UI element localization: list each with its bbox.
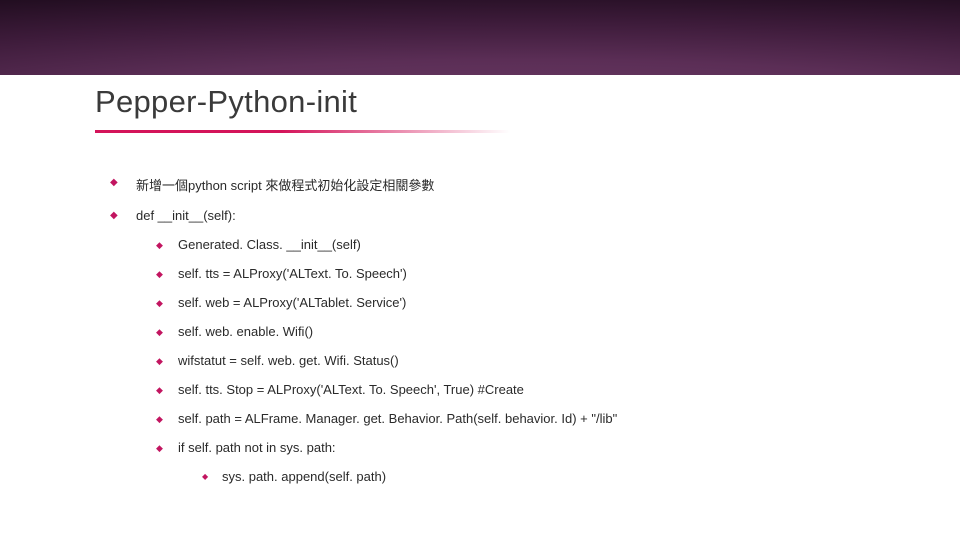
list-item-text: wifstatut = self. web. get. Wifi. Status… bbox=[178, 353, 399, 368]
list-item-text: self. tts = ALProxy('ALText. To. Speech'… bbox=[178, 266, 407, 281]
diamond-bullet-icon: ◆ bbox=[156, 270, 164, 278]
list-item: ◆ wifstatut = self. web. get. Wifi. Stat… bbox=[156, 353, 930, 368]
diamond-bullet-icon: ◆ bbox=[202, 473, 209, 480]
list-item: ◆ self. web = ALProxy('ALTablet. Service… bbox=[156, 295, 930, 310]
diamond-bullet-icon: ◆ bbox=[156, 415, 164, 423]
diamond-bullet-icon: ◆ bbox=[156, 357, 164, 365]
diamond-bullet-icon: ◆ bbox=[156, 328, 164, 336]
list-item-text: 新增一個python script 來做程式初始化設定相關參數 bbox=[136, 175, 434, 194]
list-item: ◆ self. path = ALFrame. Manager. get. Be… bbox=[156, 411, 930, 426]
list-item-text: sys. path. append(self. path) bbox=[222, 469, 386, 484]
slide-content: ◆ 新增一個python script 來做程式初始化設定相關參數 ◆ def … bbox=[110, 175, 930, 498]
title-underline bbox=[95, 130, 510, 133]
diamond-bullet-icon: ◆ bbox=[110, 211, 120, 221]
diamond-bullet-icon: ◆ bbox=[156, 444, 164, 452]
slide-title: Pepper-Python-init bbox=[95, 84, 357, 120]
list-item: ◆ if self. path not in sys. path: bbox=[156, 440, 930, 455]
diamond-bullet-icon: ◆ bbox=[110, 178, 120, 188]
list-item-text: Generated. Class. __init__(self) bbox=[178, 237, 361, 252]
list-item-text: def __init__(self): bbox=[136, 208, 236, 223]
list-item-text: self. web. enable. Wifi() bbox=[178, 324, 313, 339]
list-item: ◆ 新增一個python script 來做程式初始化設定相關參數 bbox=[110, 175, 930, 194]
list-item-text: self. path = ALFrame. Manager. get. Beha… bbox=[178, 411, 617, 426]
diamond-bullet-icon: ◆ bbox=[156, 299, 164, 307]
diamond-bullet-icon: ◆ bbox=[156, 386, 164, 394]
list-item-text: if self. path not in sys. path: bbox=[178, 440, 336, 455]
list-item: ◆ self. tts = ALProxy('ALText. To. Speec… bbox=[156, 266, 930, 281]
header-gradient-band bbox=[0, 0, 960, 75]
list-item-text: self. tts. Stop = ALProxy('ALText. To. S… bbox=[178, 382, 524, 397]
list-item: ◆ sys. path. append(self. path) bbox=[202, 469, 930, 484]
list-item: ◆ def __init__(self): bbox=[110, 208, 930, 223]
list-item-text: self. web = ALProxy('ALTablet. Service') bbox=[178, 295, 406, 310]
list-item: ◆ self. web. enable. Wifi() bbox=[156, 324, 930, 339]
list-item: ◆ self. tts. Stop = ALProxy('ALText. To.… bbox=[156, 382, 930, 397]
list-item: ◆ Generated. Class. __init__(self) bbox=[156, 237, 930, 252]
diamond-bullet-icon: ◆ bbox=[156, 241, 164, 249]
